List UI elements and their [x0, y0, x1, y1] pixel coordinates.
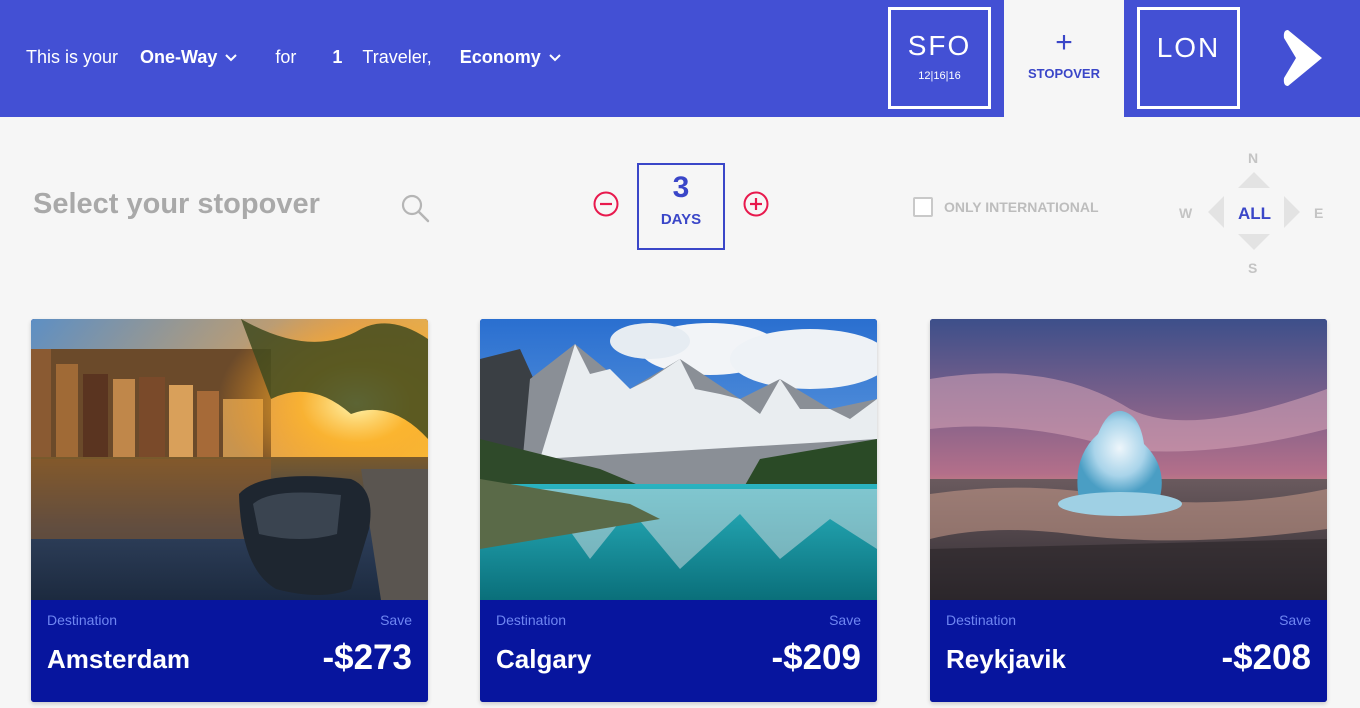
south-arrow-icon[interactable]: [1236, 232, 1272, 254]
savings-price: -$209: [771, 638, 861, 677]
compass-east-label: E: [1314, 205, 1324, 221]
increase-days-button[interactable]: [743, 191, 769, 217]
traveler-count: 1: [332, 47, 343, 67]
city-name: Calgary: [496, 644, 592, 674]
cabin-label: Economy: [459, 47, 541, 67]
destination-airport-box[interactable]: LON: [1137, 7, 1240, 109]
origin-date: 12|16|16: [918, 70, 961, 82]
city-name: Amsterdam: [47, 644, 191, 674]
destination-code: LON: [1156, 32, 1221, 63]
calgary-photo: [480, 319, 877, 600]
traveler-text: Traveler,: [362, 47, 432, 67]
destination-label: Destination: [496, 612, 567, 628]
trip-type-label: One-Way: [140, 47, 218, 67]
flight-header: This is your One-Way for 1 Traveler, Eco…: [0, 0, 1360, 117]
save-label: Save: [1279, 612, 1311, 628]
compass-west-label: W: [1179, 205, 1193, 221]
reykjavik-photo: [930, 319, 1327, 600]
origin-airport-box[interactable]: SFO 12|16|16: [888, 7, 991, 109]
cabin-dropdown[interactable]: Economy: [460, 47, 561, 68]
save-label: Save: [380, 612, 412, 628]
search-icon[interactable]: [400, 193, 430, 223]
save-label: Save: [829, 612, 861, 628]
card-info: Destination Save Amsterdam -$273: [31, 600, 428, 702]
decrease-days-button[interactable]: [593, 191, 619, 217]
compass-south-label: S: [1248, 260, 1258, 276]
trip-prefix: This is your: [26, 47, 119, 67]
only-international-checkbox[interactable]: ONLY INTERNATIONAL: [913, 197, 1099, 217]
destination-card-calgary[interactable]: Destination Save Calgary -$209: [480, 319, 877, 702]
compass-north-label: N: [1248, 150, 1259, 166]
north-arrow-icon[interactable]: [1236, 168, 1272, 190]
checkbox-box[interactable]: [913, 197, 933, 217]
destination-card-amsterdam[interactable]: Destination Save Amsterdam -$273: [31, 319, 428, 702]
destination-label: Destination: [946, 612, 1017, 628]
plus-icon: +: [1055, 26, 1073, 59]
savings-price: -$208: [1221, 638, 1311, 677]
destination-label: Destination: [47, 612, 118, 628]
trip-summary: This is your One-Way for 1 Traveler, Eco…: [26, 47, 561, 68]
west-arrow-icon[interactable]: [1204, 194, 1226, 230]
page-title: Select your stopover: [33, 188, 320, 220]
for-text: for: [275, 47, 297, 67]
card-info: Destination Save Calgary -$209: [480, 600, 877, 702]
destination-card-reykjavik[interactable]: Destination Save Reykjavik -$208: [930, 319, 1327, 702]
days-counter: 3 DAYS: [637, 163, 725, 250]
compass-all-button[interactable]: ALL: [1238, 204, 1271, 224]
trip-type-dropdown[interactable]: One-Way: [140, 47, 238, 68]
only-international-label: ONLY INTERNATIONAL: [944, 199, 1099, 215]
compass-filter: N W ALL E S: [1172, 148, 1332, 278]
chevron-down-icon: [225, 53, 238, 61]
card-info: Destination Save Reykjavik -$208: [930, 600, 1327, 702]
days-value: 3: [672, 171, 690, 204]
east-arrow-icon[interactable]: [1282, 194, 1304, 230]
savings-price: -$273: [322, 638, 412, 677]
amsterdam-photo: [31, 319, 428, 600]
days-unit: DAYS: [660, 211, 702, 228]
stopover-tab[interactable]: + STOPOVER: [1004, 0, 1124, 117]
origin-code: SFO: [907, 30, 972, 61]
stopover-label: STOPOVER: [1027, 66, 1100, 81]
city-name: Reykjavik: [946, 644, 1066, 674]
next-arrow-icon[interactable]: [1282, 28, 1326, 88]
chevron-down-icon: [549, 53, 561, 61]
traveler-count-dropdown[interactable]: 1: [332, 47, 342, 68]
